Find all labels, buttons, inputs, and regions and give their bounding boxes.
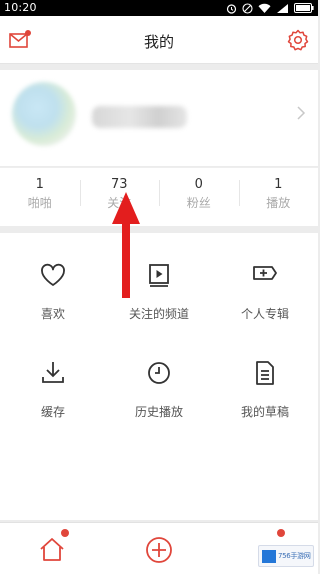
tab-add[interactable] [144,535,174,565]
menu-item-history[interactable]: 历史播放 [106,331,212,419]
tab-home[interactable] [37,529,69,565]
gear-icon [287,29,309,51]
stat-value: 0 [194,177,203,192]
stat-value: 1 [35,177,44,192]
stat-likes[interactable]: 1 啪啪 [0,168,80,226]
stat-value: 1 [274,177,283,192]
notification-badge [61,529,69,537]
status-icons [226,2,314,14]
app-header: 我的 [0,16,318,64]
menu-item-albums[interactable]: 个人专辑 [212,233,318,321]
menu-item-label: 历史播放 [134,405,183,419]
menu-item-label: 缓存 [40,405,65,419]
draft-icon [256,361,274,385]
avatar[interactable] [12,82,76,146]
add-icon [146,537,172,563]
battery-icon [294,3,314,13]
status-time: 10:20 [4,1,37,14]
menu-item-label: 我的草稿 [240,405,289,419]
album-icon [253,266,277,280]
stats-row: 1 啪啪 73 关注 0 粉丝 1 播放 [0,167,318,226]
stat-label: 啪啪 [27,196,52,210]
stat-plays[interactable]: 1 播放 [238,168,319,226]
home-icon [40,538,64,561]
username-blurred [92,106,187,128]
watermark-logo-icon [262,550,276,563]
menu-item-label: 喜欢 [40,307,65,321]
heart-icon [41,263,65,286]
menu-item-drafts[interactable]: 我的草稿 [212,331,318,419]
watermark-text: 756手游网 [278,552,311,560]
status-bar: 10:20 [0,0,318,16]
profile-card[interactable] [0,70,318,166]
menu-item-likes[interactable]: 喜欢 [0,233,106,321]
channel-icon [149,264,169,287]
wifi-icon [258,3,271,13]
menu-item-label: 关注的频道 [128,307,189,321]
settings-button[interactable] [286,28,310,52]
chevron-right-icon [297,106,306,120]
page-title: 我的 [143,33,174,51]
menu-item-label: 个人专辑 [240,307,289,321]
menu-grid: 喜欢 关注的频道 个人专辑 缓存 历史播放 我的草稿 [0,233,318,520]
notification-badge [277,529,285,537]
alarm-icon [226,3,237,14]
watermark-logo: 756手游网 [258,545,314,567]
signal-icon [277,3,288,13]
stat-label: 粉丝 [186,196,211,210]
menu-item-cache[interactable]: 缓存 [0,331,106,419]
stat-label: 播放 [266,196,291,210]
history-icon [148,362,170,384]
download-icon [42,362,64,383]
mute-icon [242,2,253,14]
annotation-arrow-icon [112,192,140,298]
stat-fans[interactable]: 0 粉丝 [159,168,239,226]
